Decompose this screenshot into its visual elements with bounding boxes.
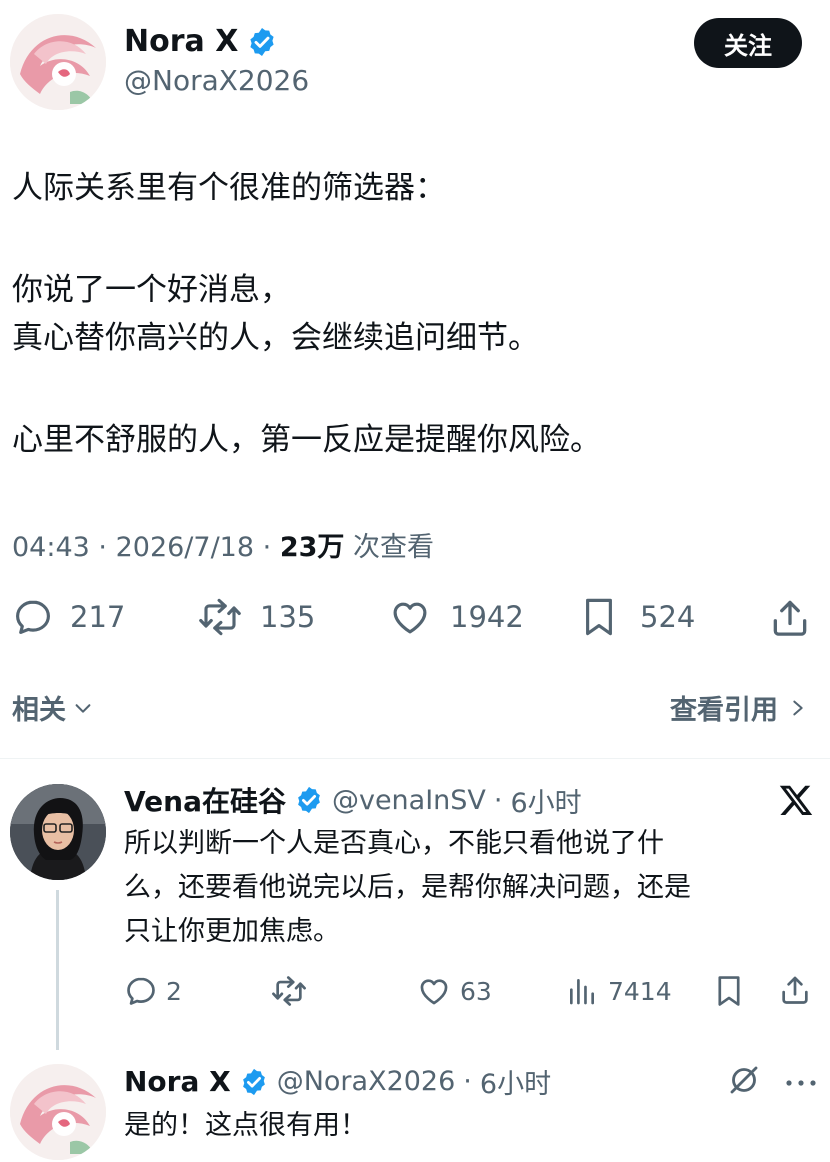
repost-button[interactable]: 135 bbox=[196, 596, 315, 638]
views-chart-icon bbox=[570, 979, 594, 1005]
view-quotes-label: 查看引用 bbox=[670, 695, 778, 726]
author-avatar[interactable] bbox=[10, 14, 106, 110]
reply-author-name[interactable]: Nora X bbox=[124, 1065, 231, 1098]
related-dropdown[interactable]: 相关 bbox=[12, 688, 94, 727]
reply-avatar[interactable] bbox=[10, 1064, 106, 1160]
related-label: 相关 bbox=[12, 695, 66, 726]
share-icon bbox=[782, 976, 808, 1004]
reply-like-button[interactable]: 63 bbox=[416, 974, 492, 1008]
reply-views-count: 7414 bbox=[608, 976, 672, 1006]
tweet-text-line: 人际关系里有个很准的筛选器： bbox=[12, 170, 446, 206]
bookmark-button[interactable]: 524 bbox=[580, 596, 695, 638]
reply-text-line: 所以判断一个人是否真心，不能只看他说了什 bbox=[124, 828, 664, 859]
reply-count: 217 bbox=[70, 600, 126, 634]
reply-author-handle[interactable]: @NoraX2026 bbox=[277, 1066, 456, 1097]
reply-reply-count: 2 bbox=[166, 976, 182, 1006]
tweet-meta: 04:43 · 2026/7/18 · 23万 次查看 bbox=[12, 525, 434, 564]
share-icon bbox=[773, 600, 807, 636]
views-count: 23万 bbox=[279, 532, 345, 563]
verified-badge-icon bbox=[242, 1068, 265, 1095]
reply-button[interactable]: 217 bbox=[12, 596, 125, 638]
reply-text: 是的！这点很有用！ bbox=[124, 1110, 367, 1141]
meta-separator: · bbox=[493, 784, 503, 816]
repost-icon bbox=[199, 598, 241, 636]
reply-author-name[interactable]: Vena在硅谷 bbox=[124, 780, 286, 820]
thread-line bbox=[56, 890, 59, 1050]
x-logo-icon bbox=[778, 782, 814, 822]
more-options-icon[interactable] bbox=[784, 1074, 818, 1093]
avatar-image bbox=[10, 784, 106, 880]
meta-separator: · bbox=[262, 532, 272, 563]
avatar-image bbox=[10, 1064, 106, 1160]
reply-icon bbox=[16, 600, 50, 634]
verified-badge-icon bbox=[250, 27, 274, 56]
like-button[interactable]: 1942 bbox=[388, 596, 524, 638]
tweet-date: 2026/7/18 bbox=[115, 532, 255, 563]
tweet-text-line: 你说了一个好消息， bbox=[12, 272, 291, 308]
heart-icon bbox=[393, 602, 427, 634]
tweet-text-line: 真心替你高兴的人，会继续追问细节。 bbox=[12, 320, 539, 356]
reply-like-count: 63 bbox=[460, 976, 492, 1006]
meta-separator: · bbox=[98, 532, 107, 563]
reply-author-handle[interactable]: @venaInSV bbox=[332, 785, 486, 816]
reply-avatar[interactable] bbox=[10, 784, 106, 880]
repost-count: 135 bbox=[260, 600, 316, 634]
grok-icon[interactable] bbox=[726, 1062, 762, 1102]
reply-repost-button[interactable] bbox=[270, 974, 308, 1008]
bookmark-count: 524 bbox=[640, 600, 696, 634]
reply-bookmark-button[interactable] bbox=[714, 974, 744, 1008]
chevron-down-icon bbox=[75, 703, 91, 713]
author-handle[interactable]: @NoraX2026 bbox=[124, 64, 309, 97]
bookmark-icon bbox=[586, 598, 612, 636]
author-name[interactable]: Nora X bbox=[124, 24, 238, 59]
reply-text-line: 么，还要看他说完以后，是帮你解决问题，还是 bbox=[124, 872, 691, 903]
tweet-text-line: 心里不舒服的人，第一反应是提醒你风险。 bbox=[12, 422, 601, 458]
section-divider bbox=[0, 758, 830, 759]
avatar-image bbox=[10, 14, 106, 110]
reply-icon bbox=[127, 977, 155, 1005]
follow-button[interactable]: 关注 bbox=[694, 18, 802, 68]
reply-time: 6小时 bbox=[479, 1069, 552, 1100]
bookmark-icon bbox=[718, 976, 740, 1006]
reply-reply-button[interactable]: 2 bbox=[124, 974, 182, 1008]
reply-views-button[interactable]: 7414 bbox=[566, 974, 672, 1008]
reply-text-line: 只让你更加焦虑。 bbox=[124, 916, 340, 947]
reply-time: 6小时 bbox=[510, 787, 582, 819]
repost-icon bbox=[272, 976, 306, 1006]
reply-share-button[interactable] bbox=[778, 972, 812, 1008]
reply-header: Vena在硅谷 @venaInSV · 6小时 bbox=[124, 780, 582, 820]
view-quotes-link[interactable]: 查看引用 bbox=[670, 688, 808, 727]
heart-icon bbox=[420, 979, 448, 1005]
views-label: 次查看 bbox=[353, 532, 434, 563]
share-button[interactable] bbox=[768, 596, 812, 640]
tweet-time: 04:43 bbox=[12, 532, 90, 563]
reply-header: Nora X @NoraX2026 · 6小时 bbox=[124, 1062, 551, 1101]
meta-separator: · bbox=[463, 1066, 472, 1097]
chevron-right-icon bbox=[793, 700, 803, 715]
like-count: 1942 bbox=[450, 600, 524, 634]
verified-badge-icon bbox=[298, 786, 320, 814]
